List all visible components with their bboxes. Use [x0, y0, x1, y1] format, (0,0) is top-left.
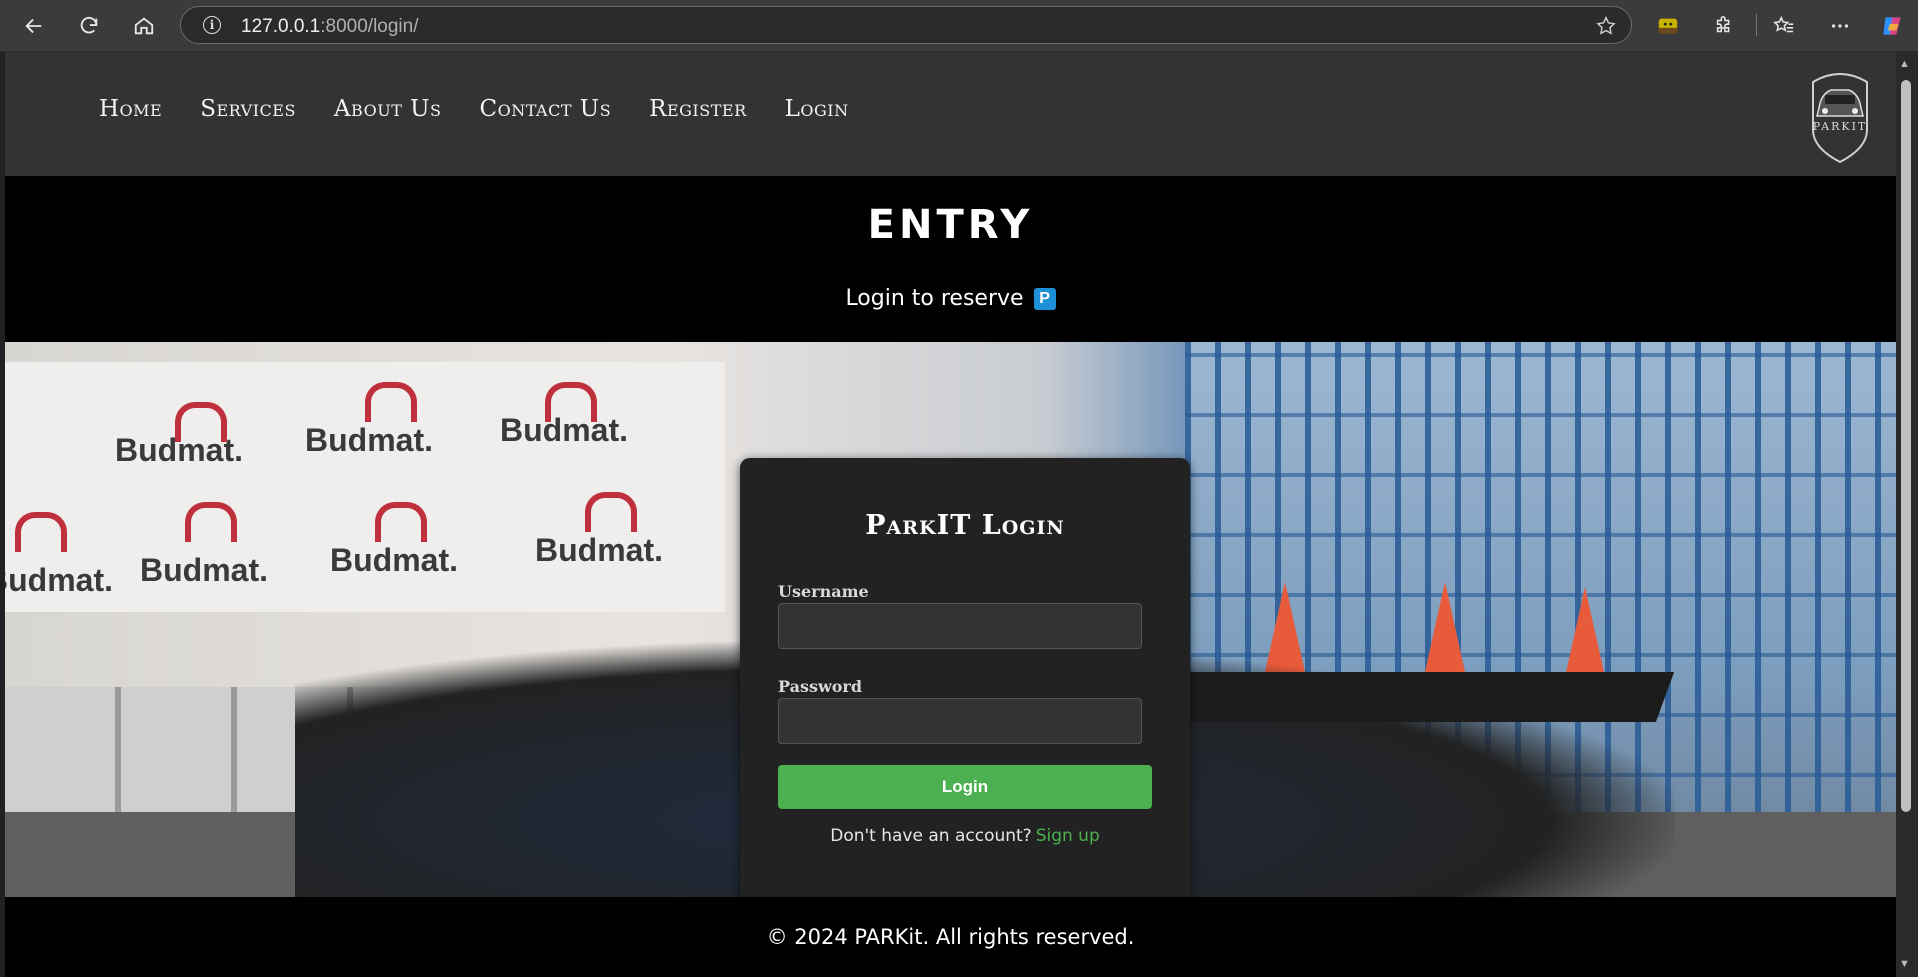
extensions-puzzle-icon[interactable] — [1710, 12, 1738, 40]
nav-register[interactable]: Register — [649, 96, 746, 122]
favorite-star-icon[interactable] — [1595, 15, 1617, 42]
password-input[interactable] — [778, 698, 1142, 744]
banner-logo-icon — [375, 502, 427, 542]
scroll-down-icon[interactable]: ▼ — [1899, 958, 1910, 970]
copyright-text: © 2024 PARKit. All rights reserved. — [766, 925, 1135, 949]
hero-subtitle-text: Login to reserve — [845, 286, 1024, 311]
banner-text: Budmat. — [5, 562, 113, 598]
scroll-up-icon[interactable]: ▲ — [1899, 58, 1910, 70]
username-input[interactable] — [778, 603, 1142, 649]
banner-text: Budmat. — [330, 542, 458, 578]
banner-logo-icon — [185, 502, 237, 542]
more-options-icon[interactable] — [1826, 12, 1854, 40]
parking-badge-icon: P — [1033, 288, 1056, 310]
page-title: ENTRY — [867, 202, 1034, 248]
address-bar[interactable]: i 127.0.0.1:8000/login/ — [180, 6, 1632, 44]
login-title: ParkIT Login — [865, 510, 1065, 541]
banner-logo-icon — [15, 512, 67, 552]
nav-about-us[interactable]: About Us — [334, 96, 442, 122]
logo-text: PARKIT — [1812, 120, 1868, 133]
site-header: Home Services About Us Contact Us Regist… — [5, 52, 1896, 176]
car-shield-icon — [1812, 73, 1868, 164]
page-viewport: Home Services About Us Contact Us Regist… — [5, 52, 1896, 977]
toolbar-divider — [1756, 14, 1757, 36]
reload-icon[interactable] — [73, 10, 105, 42]
banner-text: Budmat. — [305, 422, 433, 458]
banner-wall: Budmat. Budmat. Budmat. Budmat. Budmat. … — [5, 362, 725, 612]
banner-text: Budmat. — [535, 532, 663, 568]
banner-text: Budmat. — [115, 432, 243, 468]
banner-text: Budmat. — [140, 552, 268, 588]
username-label: Username — [778, 582, 869, 601]
copilot-icon[interactable] — [1878, 12, 1906, 40]
extension-icon[interactable] — [1654, 12, 1682, 40]
banner-logo-icon — [365, 382, 417, 422]
browser-toolbar: i 127.0.0.1:8000/login/ — [0, 0, 1918, 52]
hero-subtitle: Login to reserve P — [5, 286, 1896, 311]
site-footer: © 2024 PARKit. All rights reserved. — [5, 897, 1896, 977]
banner-logo-icon — [585, 492, 637, 532]
login-button[interactable]: Login — [778, 765, 1152, 809]
favorites-icon[interactable] — [1770, 12, 1798, 40]
nav-home[interactable]: Home — [99, 96, 162, 122]
hero-section: ENTRY Login to reserve P — [5, 176, 1896, 342]
banner-text: Budmat. — [500, 412, 628, 448]
login-card: ParkIT Login Username Password Login Don… — [740, 458, 1190, 908]
home-icon[interactable] — [128, 10, 160, 42]
parkit-logo[interactable]: PARKIT — [1805, 68, 1875, 164]
password-label: Password — [778, 677, 863, 696]
nav-contact-us[interactable]: Contact Us — [480, 96, 612, 122]
scrollbar-thumb[interactable] — [1901, 80, 1911, 812]
nav-login[interactable]: Login — [785, 96, 849, 122]
back-icon[interactable] — [18, 10, 50, 42]
signup-prompt: Don't have an account? Sign up — [740, 826, 1190, 846]
main-nav: Home Services About Us Contact Us Regist… — [99, 96, 849, 122]
nav-services[interactable]: Services — [200, 96, 296, 122]
signup-prompt-text: Don't have an account? — [830, 826, 1032, 846]
site-info-icon[interactable]: i — [203, 16, 221, 34]
signup-link[interactable]: Sign up — [1036, 826, 1100, 846]
url-text[interactable]: 127.0.0.1:8000/login/ — [241, 16, 419, 38]
car-wing — [1155, 672, 1675, 722]
